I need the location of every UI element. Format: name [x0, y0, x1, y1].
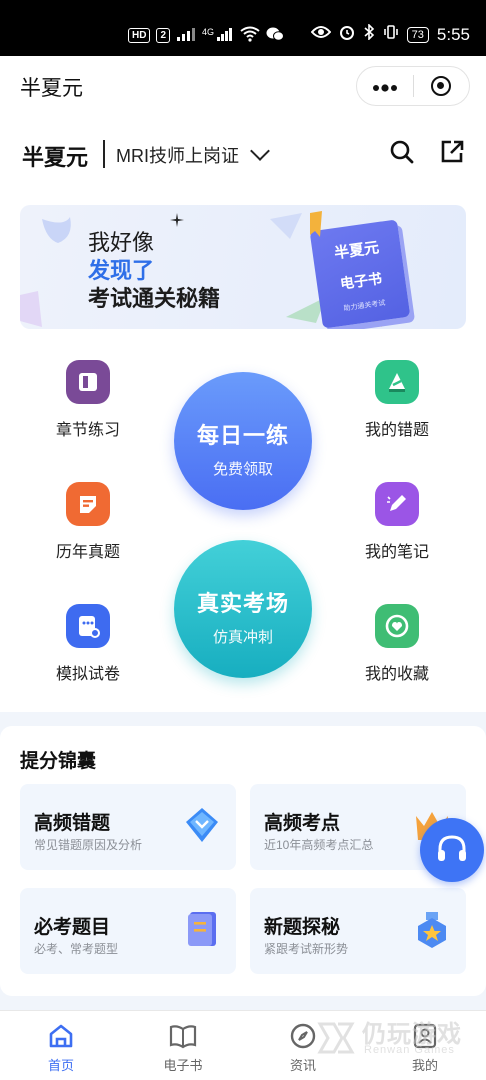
ebook-illustration: 半夏元 电子书 助力通关考试: [309, 219, 411, 329]
vibrate-icon: [383, 24, 399, 45]
tab-label: 首页: [47, 1058, 74, 1073]
book-icon: [169, 1025, 197, 1049]
bow-decoration: [42, 217, 71, 243]
mock-exam-button[interactable]: 模拟试卷: [38, 604, 138, 684]
favorites-heart-icon: [375, 604, 419, 648]
sparkle-icon: [170, 213, 184, 227]
chevron-down-icon: [250, 141, 270, 161]
brand-divider: [103, 140, 105, 168]
network-label: 4G: [202, 26, 215, 37]
wrong-questions-icon: [375, 360, 419, 404]
capsule-menu: [356, 66, 470, 106]
home-icon: [49, 1024, 73, 1048]
book-subtitle: 电子书: [339, 270, 383, 292]
chapter-practice-button[interactable]: 章节练习: [38, 360, 138, 440]
hd-badge: HD: [128, 28, 151, 43]
tab-ebook[interactable]: 电子书: [138, 1021, 228, 1074]
watermark-subtext: Renwan Games: [364, 1044, 455, 1056]
signal-icon-2: [216, 27, 234, 44]
diamond-icon: [186, 808, 218, 842]
notes-pen-icon: [375, 482, 419, 526]
wifi-icon: [240, 26, 260, 45]
battery-indicator: 73: [406, 26, 429, 43]
tile-subtitle: 常见错题原因及分析: [34, 838, 143, 852]
past-exams-label: 历年真题: [55, 544, 120, 561]
brand-name: 半夏元: [22, 145, 89, 170]
ribbon-decoration: [310, 211, 322, 237]
chapter-icon: [66, 360, 110, 404]
status-bar: HD 2 4G 73 5:55: [0, 0, 486, 56]
must-test-questions-tile[interactable]: 必考题目 必考、常考题型: [20, 888, 236, 974]
tile-subtitle: 紧跟考试新形势: [264, 942, 349, 956]
shape-decoration: [20, 291, 42, 327]
banner-line-3: 考试通关秘籍: [88, 286, 221, 311]
past-exams-icon: [66, 482, 110, 526]
chapter-practice-label: 章节练习: [55, 422, 120, 439]
tile-subtitle: 近10年高频考点汇总: [264, 838, 374, 852]
app-title: 半夏元: [20, 77, 83, 100]
search-icon[interactable]: [388, 138, 416, 166]
daily-practice-subtitle: 免费领取: [212, 461, 273, 478]
tile-title: 必考题目: [34, 917, 111, 938]
real-exam-room-button[interactable]: 真实考场 仿真冲刺: [174, 540, 312, 678]
promo-banner[interactable]: 我好像 发现了 考试通关秘籍 半夏元 电子书 助力通关考试: [20, 205, 466, 329]
status-right: 73 5:55: [310, 23, 470, 45]
medal-icon: [418, 912, 446, 948]
share-icon[interactable]: [438, 138, 466, 166]
target-icon: [431, 76, 452, 96]
tile-subtitle: 必考、常考题型: [34, 942, 119, 956]
exam-selector[interactable]: MRI技师上岗证: [116, 141, 270, 168]
my-wrong-questions-label: 我的错题: [364, 422, 429, 439]
alarm-icon: [339, 24, 355, 45]
sim-badge: 2: [156, 28, 171, 43]
status-left: HD 2 4G: [128, 26, 285, 45]
my-wrong-questions-button[interactable]: 我的错题: [347, 360, 447, 440]
exam-name: MRI技师上岗证: [116, 146, 239, 166]
mini-program-title-bar: 半夏元: [0, 56, 486, 116]
my-notes-button[interactable]: 我的笔记: [347, 482, 447, 562]
daily-practice-button[interactable]: 每日一练 免费领取: [174, 372, 312, 510]
new-questions-explore-tile[interactable]: 新题探秘 紧跟考试新形势: [250, 888, 466, 974]
close-mini-program-button[interactable]: [413, 76, 469, 96]
tab-home[interactable]: 首页: [16, 1021, 106, 1074]
my-favorites-button[interactable]: 我的收藏: [347, 604, 447, 684]
clock: 5:55: [436, 24, 470, 44]
document-icon: [188, 912, 216, 946]
customer-service-button[interactable]: [420, 818, 484, 882]
watermark-logo-icon: [317, 1022, 355, 1054]
bluetooth-icon: [363, 23, 375, 45]
compass-icon: [290, 1023, 316, 1049]
triangle-decoration: [270, 213, 302, 239]
page-header: 半夏元 MRI技师上岗证: [0, 134, 486, 174]
more-options-button[interactable]: [357, 76, 413, 96]
wechat-icon: [266, 26, 285, 45]
headset-icon: [438, 835, 466, 861]
book-caption: 助力通关考试: [343, 299, 386, 313]
mock-exam-icon: [66, 604, 110, 648]
signal-icon: [176, 27, 196, 44]
ellipsis-icon: [372, 84, 397, 92]
my-notes-label: 我的笔记: [364, 544, 429, 561]
tile-title: 高频考点: [264, 813, 341, 834]
real-exam-room-subtitle: 仿真冲刺: [212, 629, 273, 646]
tips-section-title: 提分锦囊: [20, 751, 97, 772]
book-title: 半夏元: [333, 239, 381, 263]
high-frequency-mistakes-tile[interactable]: 高频错题 常见错题原因及分析: [20, 784, 236, 870]
eye-icon: [310, 25, 332, 44]
daily-practice-title: 每日一练: [196, 423, 289, 448]
watermark: 仍玩游戏 Renwan Games: [316, 1012, 476, 1068]
tab-label: 电子书: [163, 1058, 203, 1073]
tile-title: 新题探秘: [264, 917, 341, 938]
past-exams-button[interactable]: 历年真题: [38, 482, 138, 562]
real-exam-room-title: 真实考场: [196, 591, 289, 616]
tile-title: 高频错题: [34, 813, 111, 834]
mock-exam-label: 模拟试卷: [55, 666, 120, 683]
my-favorites-label: 我的收藏: [364, 666, 429, 683]
